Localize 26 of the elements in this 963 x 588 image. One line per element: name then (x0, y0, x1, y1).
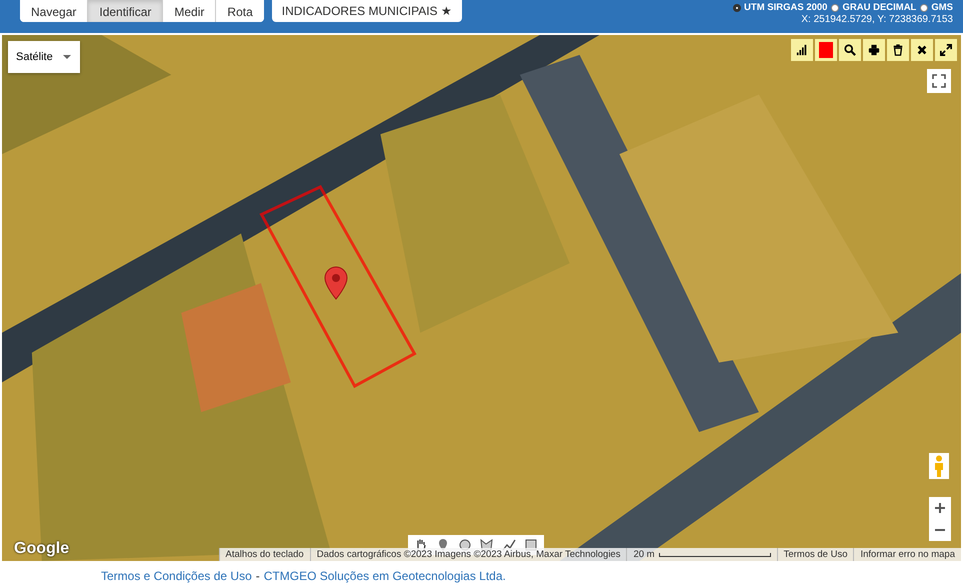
indicators-button[interactable]: INDICADORES MUNICIPAIS ★ (272, 0, 462, 22)
caret-icon (62, 55, 71, 59)
signal-icon[interactable] (791, 39, 813, 61)
map-link[interactable]: Informar erro no mapa (853, 548, 961, 561)
coordinate-radio[interactable]: GMS (920, 2, 953, 13)
fullscreen-icon[interactable] (927, 69, 951, 93)
trash-icon[interactable] (887, 39, 909, 61)
company-link[interactable]: CTMGEO Soluções em Geotecnologias Ltda. (264, 568, 506, 582)
coordinates-text: X: 251942.5729, Y: 7238369.7153 (801, 14, 953, 25)
coordinate-radio[interactable]: UTM SIRGAS 2000 (733, 2, 828, 13)
attribution-text: Dados cartográficos ©2023 Imagens ©2023 Airbus, Maxar Technologies (310, 548, 626, 561)
map-pin-icon (324, 266, 348, 300)
close-icon[interactable] (911, 39, 933, 61)
attribution-text: Atalhos do teclado (218, 548, 310, 561)
expand-icon[interactable] (935, 39, 957, 61)
coordinate-radio[interactable]: GRAU DECIMAL (831, 2, 916, 13)
scale-label: 20 m (633, 549, 655, 560)
terms-link[interactable]: Termos e Condições de Uso (101, 568, 252, 582)
separator-text: - (256, 568, 260, 582)
mode-tab[interactable]: Navegar (20, 0, 88, 22)
map-link[interactable]: Termos de Uso (776, 548, 854, 561)
search-icon[interactable] (839, 39, 861, 61)
map-type-dropdown[interactable]: Satélite (8, 41, 80, 73)
mode-tab[interactable]: Identificar (88, 0, 164, 22)
color-swatch[interactable] (815, 39, 837, 61)
google-logo: Google (14, 540, 70, 558)
